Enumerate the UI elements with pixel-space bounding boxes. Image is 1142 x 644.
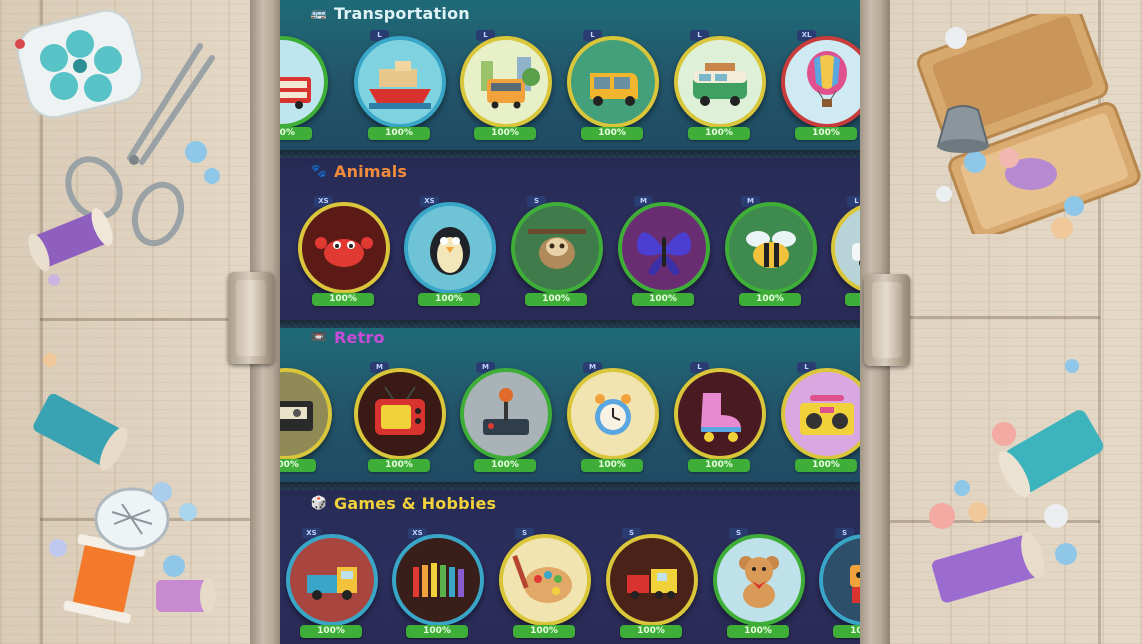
progress-label: 100% xyxy=(525,293,587,306)
collection-item-teddy-bear[interactable]: S 100% xyxy=(711,528,805,644)
collection-item-television[interactable]: M 100% xyxy=(352,362,446,482)
progress-label: 100% xyxy=(474,127,536,140)
cargo-ship-icon xyxy=(354,36,446,128)
buttons-left-decoration xyxy=(43,141,220,577)
progress-label: 100% xyxy=(620,625,682,638)
progress-label: 100% xyxy=(833,625,860,638)
collection-item-joystick[interactable]: M 100% xyxy=(458,362,552,482)
camper-van-icon xyxy=(674,36,766,128)
buttons-right-decoration xyxy=(929,27,1084,565)
category-title-games-hobbies: 🎲 Games & Hobbies xyxy=(310,494,496,513)
progress-label: 100% xyxy=(300,625,362,638)
robot-icon xyxy=(819,534,860,626)
paint-palette-icon xyxy=(499,534,591,626)
collection-item-boombox[interactable]: L 100% xyxy=(779,362,860,482)
xylophone-icon xyxy=(392,534,484,626)
collection-item-roller-skate[interactable]: L 100% xyxy=(672,362,766,482)
progress-label: 100% xyxy=(795,127,857,140)
category-title-label: Games & Hobbies xyxy=(334,494,497,513)
category-title-label: Retro xyxy=(334,328,385,347)
collection-item-sloth[interactable]: S 100% xyxy=(509,196,603,316)
category-title-label: Transportation xyxy=(334,4,470,23)
category-title-transportation: 🚌 Transportation xyxy=(310,4,470,23)
bee-icon xyxy=(725,202,817,294)
joystick-icon xyxy=(460,368,552,460)
collection-item-city-bus[interactable]: L 100% xyxy=(458,30,552,150)
collection-item-toy-truck[interactable]: XS 100% xyxy=(284,528,378,644)
toy-truck-icon xyxy=(286,534,378,626)
hinge-right xyxy=(864,274,910,366)
bus-icon: 🚌 xyxy=(310,6,328,21)
collection-item-toy-train[interactable]: S 100% xyxy=(604,528,698,644)
collection-item-cassette[interactable]: 100% xyxy=(280,362,332,482)
collection-item-xylophone[interactable]: XS 100% xyxy=(390,528,484,644)
progress-label: 100% xyxy=(406,625,468,638)
progress-label: 100% xyxy=(739,293,801,306)
collection-item-tuk-tuk[interactable]: L 100% xyxy=(565,30,659,150)
hinge-left xyxy=(228,272,274,364)
progress-label: 100% xyxy=(581,127,643,140)
progress-label: 100% xyxy=(688,127,750,140)
collection-item-penguin[interactable]: XS 100% xyxy=(402,196,496,316)
progress-label: 100% xyxy=(845,293,860,306)
television-icon xyxy=(354,368,446,460)
progress-label: 100% xyxy=(795,459,857,472)
progress-label: 100% xyxy=(727,625,789,638)
hot-air-balloon-icon xyxy=(781,36,860,128)
boombox-icon xyxy=(781,368,860,460)
double-decker-bus-icon xyxy=(280,36,328,128)
progress-label: 100% xyxy=(368,459,430,472)
car-icon xyxy=(831,202,860,294)
cassette-icon: 📼 xyxy=(310,330,328,345)
collection-item-cargo-ship[interactable]: L 100% xyxy=(352,30,446,150)
cassette-icon xyxy=(280,368,332,460)
penguin-icon xyxy=(404,202,496,294)
collection-item-double-decker-bus[interactable]: 100% xyxy=(280,30,328,150)
progress-label: 100% xyxy=(513,625,575,638)
collection-item-crab[interactable]: XS 100% xyxy=(296,196,390,316)
progress-label: 100% xyxy=(280,459,316,472)
collection-item-camper-van[interactable]: L 100% xyxy=(672,30,766,150)
teddy-bear-icon xyxy=(713,534,805,626)
collection-item-bee[interactable]: M 100% xyxy=(723,196,817,316)
progress-label: 100% xyxy=(280,127,312,140)
progress-label: 100% xyxy=(312,293,374,306)
dice-icon: 🎲 xyxy=(310,496,328,511)
alarm-clock-icon xyxy=(567,368,659,460)
progress-label: 100% xyxy=(368,127,430,140)
collection-panel: 🚌Transportation100%L100%L100%L100%L100%X… xyxy=(280,0,860,644)
city-bus-icon xyxy=(460,36,552,128)
collection-item-paint-palette[interactable]: S 100% xyxy=(497,528,591,644)
collection-item-butterfly[interactable]: M 100% xyxy=(616,196,710,316)
category-title-label: Animals xyxy=(334,162,408,181)
toy-train-icon xyxy=(606,534,698,626)
roller-skate-icon xyxy=(674,368,766,460)
crab-icon xyxy=(298,202,390,294)
animal-icon: 🐾 xyxy=(310,164,328,179)
progress-label: 100% xyxy=(474,459,536,472)
progress-label: 100% xyxy=(688,459,750,472)
progress-label: 100% xyxy=(581,459,643,472)
collection-item-robot[interactable]: S100% xyxy=(817,528,860,644)
progress-label: 100% xyxy=(418,293,480,306)
category-title-animals: 🐾 Animals xyxy=(310,162,407,181)
tuk-tuk-icon xyxy=(567,36,659,128)
sloth-icon xyxy=(511,202,603,294)
collection-item-hot-air-balloon[interactable]: XL 100% xyxy=(779,30,860,150)
butterfly-icon xyxy=(618,202,710,294)
category-title-retro: 📼 Retro xyxy=(310,328,385,347)
progress-label: 100% xyxy=(632,293,694,306)
collection-item-car[interactable]: L100% xyxy=(829,196,860,316)
collection-item-alarm-clock[interactable]: M 100% xyxy=(565,362,659,482)
